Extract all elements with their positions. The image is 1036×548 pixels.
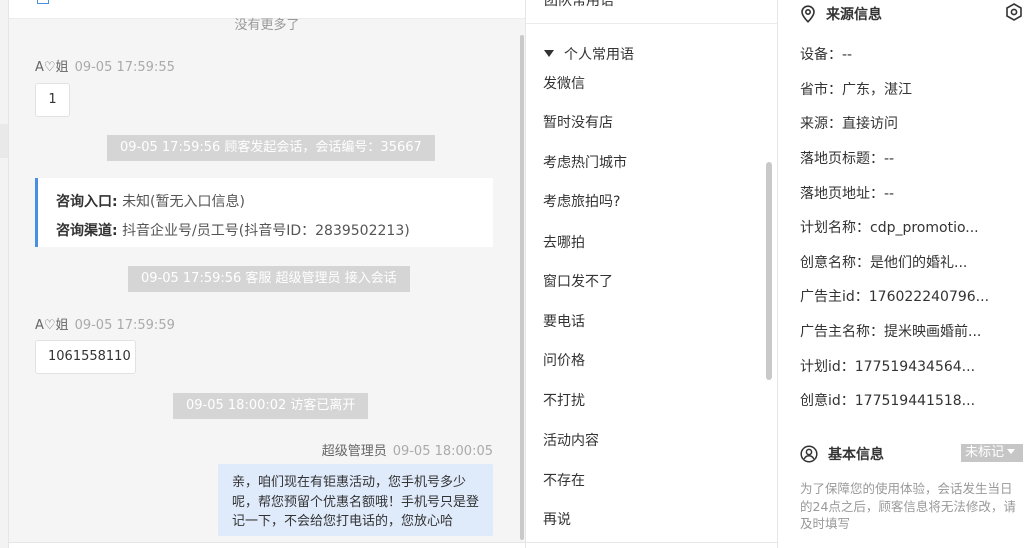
consult-info-card: 咨询入口: 未知(暂无入口信息) 咨询渠道: 抖音企业号/员工号(抖音号ID：2… xyxy=(35,178,493,247)
basic-info-title: 基本信息 xyxy=(828,447,884,463)
divider xyxy=(526,542,778,543)
message-meta: 超级管理员 09-05 18:00:05 xyxy=(322,440,493,459)
consult-entry-label: 咨询入口: xyxy=(56,194,118,210)
no-more-label: 没有更多了 xyxy=(234,18,300,33)
phrase-item[interactable]: 活动内容 xyxy=(543,430,599,450)
basic-info-header: 基本信息 xyxy=(800,444,884,464)
tag-label: 未标记 xyxy=(965,445,1005,460)
phrase-item[interactable]: 去哪拍 xyxy=(543,232,585,252)
outgoing-message[interactable]: 亲，咱们现在有钜惠活动，您手机号多少呢，帮您预留个优惠名额哦！手机号只是登记一下… xyxy=(218,464,493,536)
consult-channel-label: 咨询渠道: xyxy=(56,223,118,239)
phrase-item[interactable]: 不存在 xyxy=(543,470,585,490)
chat-panel: 没有更多了 A♡姐 09-05 17:59:55 1 09-05 17:59:56… xyxy=(9,0,525,548)
phrase-item[interactable]: 窗口发不了 xyxy=(543,271,613,291)
source-info-header: 来源信息 xyxy=(800,4,882,24)
source-info-title: 来源信息 xyxy=(826,7,882,23)
message-meta: A♡姐 09-05 17:59:55 xyxy=(35,56,175,75)
system-message: 09-05 17:59:56 顾客发起会话，会话编号：35667 xyxy=(107,135,435,161)
phrase-item[interactable]: 问价格 xyxy=(543,350,585,370)
phrase-item[interactable]: 考虑热门城市 xyxy=(543,152,627,172)
left-edge-strip xyxy=(0,0,9,548)
info-creative-id[interactable]: 创意id：177519441518... xyxy=(800,390,975,410)
quick-phrases-panel: 团队常用语 个人常用语 发微信 暂时没有店 考虑热门城市 考虑旅拍吗? 去哪拍 … xyxy=(525,0,778,548)
consult-channel-value: 抖音企业号/员工号(抖音号ID：2839502213) xyxy=(122,223,410,239)
team-phrases-group[interactable]: 团队常用语 xyxy=(544,0,614,10)
message-meta: A♡姐 09-05 17:59:59 xyxy=(35,314,175,333)
caret-down-icon xyxy=(544,49,554,57)
consult-entry-value: 未知(暂无入口信息) xyxy=(122,194,245,210)
message-time: 09-05 17:59:59 xyxy=(74,318,175,333)
system-message: 09-05 18:00:02 访客已离开 xyxy=(173,393,369,419)
sender-name: A♡姐 xyxy=(35,318,69,333)
incoming-message[interactable]: 1061558110 xyxy=(35,340,136,374)
sender-name: A♡姐 xyxy=(35,60,69,75)
info-plan-name[interactable]: 计划名称：cdp_promotio... xyxy=(800,217,979,237)
message-time: 09-05 18:00:05 xyxy=(392,444,493,459)
edit-notice: 为了保障您的使用体验，会话发生当日的24点之后，顾客信息将无法修改，请及时填写 xyxy=(800,481,1016,531)
phrase-item[interactable]: 考虑旅拍吗? xyxy=(543,191,620,211)
info-source: 来源：直接访问 xyxy=(800,116,898,132)
consult-entry-row: 咨询入口: 未知(暂无入口信息) xyxy=(56,188,493,217)
personal-phrases-group[interactable]: 个人常用语 xyxy=(544,44,634,64)
system-message: 09-05 17:59:56 客服 超级管理员 接入会话 xyxy=(128,266,410,292)
caret-down-icon xyxy=(1007,449,1016,454)
tag-dropdown[interactable]: 未标记 xyxy=(961,444,1023,462)
phrase-item[interactable]: 要电话 xyxy=(543,311,585,331)
customer-info-panel: 来源信息 设备：-- 省市：广东，湛江 来源：直接访问 落地页标题：-- 落地页… xyxy=(777,0,1036,548)
info-device: 设备：-- xyxy=(800,47,853,63)
message-time: 09-05 17:59:55 xyxy=(74,60,175,75)
info-landing-title: 落地页标题：-- xyxy=(800,151,895,167)
info-plan-id[interactable]: 计划id：177519434564... xyxy=(800,356,975,376)
consult-channel-row: 咨询渠道: 抖音企业号/员工号(抖音号ID：2839502213) xyxy=(56,217,493,246)
phrases-scrollbar[interactable] xyxy=(766,162,772,380)
user-icon xyxy=(800,445,818,463)
phrase-item[interactable]: 暂时没有店 xyxy=(543,112,613,132)
phrase-item[interactable]: 不打扰 xyxy=(543,390,585,410)
chat-header-icon[interactable] xyxy=(37,0,49,4)
chat-input-edge xyxy=(9,542,525,548)
divider xyxy=(526,23,778,24)
sender-name: 超级管理员 xyxy=(321,444,387,459)
info-region: 省市：广东，湛江 xyxy=(800,82,912,98)
info-advertiser-id[interactable]: 广告主id：176022240796... xyxy=(800,286,989,306)
settings-icon[interactable] xyxy=(1005,3,1023,21)
collapse-tab[interactable] xyxy=(0,124,8,158)
incoming-message[interactable]: 1 xyxy=(35,83,70,117)
phrase-item[interactable]: 再说 xyxy=(543,509,571,529)
info-landing-url: 落地页地址：-- xyxy=(800,186,895,202)
chat-scrollbar[interactable] xyxy=(520,35,524,540)
info-advertiser-name[interactable]: 广告主名称：提米映画婚前... xyxy=(800,321,981,341)
info-creative-name[interactable]: 创意名称：是他们的婚礼... xyxy=(800,252,967,272)
location-pin-icon xyxy=(801,5,815,23)
group-title: 个人常用语 xyxy=(564,47,634,63)
phrase-item[interactable]: 发微信 xyxy=(543,73,585,93)
